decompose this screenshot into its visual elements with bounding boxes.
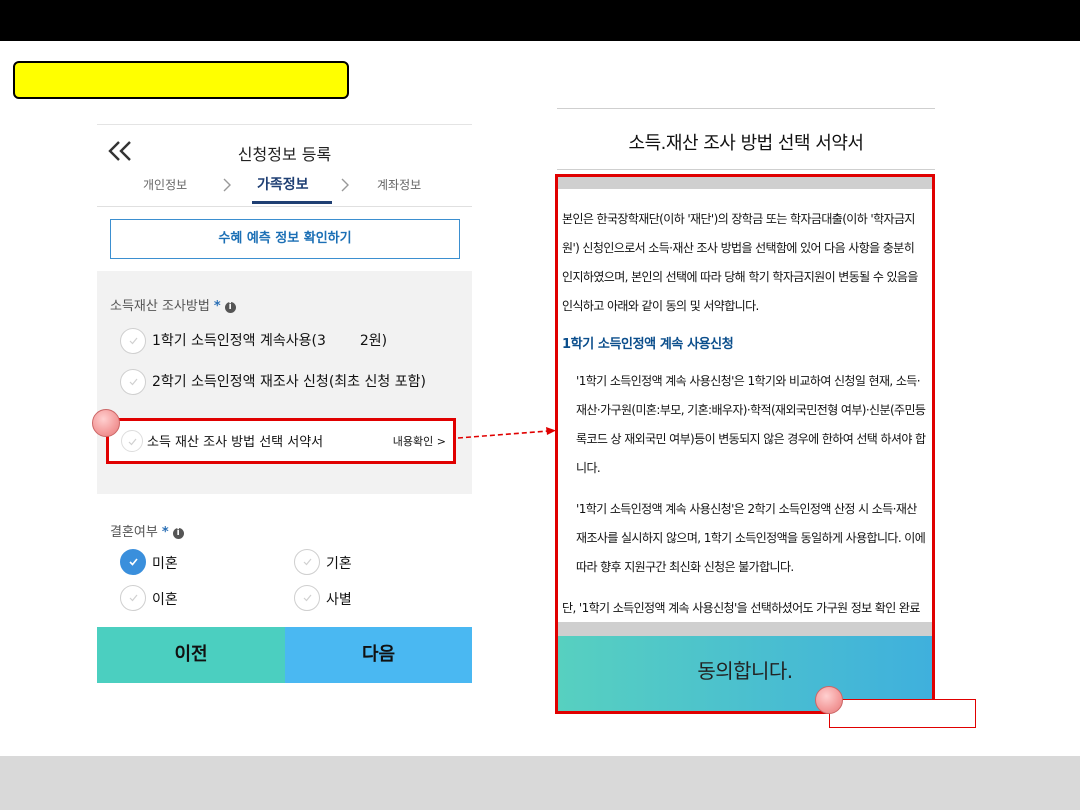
- document-paragraph-3: 단, '1학기 소득인정액 계속 사용신청'을 선택하셨어도 가구원 정보 확인…: [562, 601, 920, 615]
- yellow-label-box: [13, 61, 349, 99]
- header-divider: [97, 124, 472, 125]
- active-tab-indicator: [252, 201, 332, 204]
- step-tabs: 개인정보 가족정보 계좌정보: [97, 172, 472, 204]
- document-title-divider: [557, 169, 935, 170]
- check-icon: [303, 558, 312, 566]
- radio-reinvestigate-second-semester[interactable]: [120, 369, 146, 395]
- scroll-edge-top: [558, 177, 932, 189]
- bottom-band: [0, 756, 1080, 810]
- next-button[interactable]: 다음: [285, 627, 472, 683]
- info-icon[interactable]: i: [172, 528, 184, 539]
- tab-personal-info[interactable]: 개인정보: [143, 176, 187, 193]
- required-star: *: [161, 525, 169, 540]
- chevron-right-icon: [341, 178, 349, 192]
- tab-account-info[interactable]: 계좌정보: [377, 176, 421, 193]
- document-content[interactable]: 본인은 한국장학재단(이하 '재단')의 장학금 또는 학자금대출(이하 '학자…: [562, 205, 926, 623]
- radio-widowed[interactable]: [294, 585, 320, 611]
- info-icon[interactable]: i: [224, 302, 236, 313]
- dashed-arrow-icon: [457, 427, 556, 439]
- check-icon: [303, 594, 312, 602]
- tab-family-info[interactable]: 가족정보: [257, 174, 309, 194]
- option-keep-first-semester[interactable]: 1학기 소득인정액 계속사용(3 2원): [152, 330, 387, 350]
- radio-divorced[interactable]: [120, 585, 146, 611]
- document-top-divider: [557, 108, 935, 109]
- tabs-divider: [97, 206, 472, 207]
- top-title-bar: [0, 0, 1080, 41]
- document-title: 소득.재산 조사 방법 선택 서약서: [628, 133, 864, 154]
- radio-married[interactable]: [294, 549, 320, 575]
- scroll-edge-bottom: [558, 622, 932, 636]
- radio-keep-first-semester[interactable]: [120, 328, 146, 354]
- document-paragraph-1: '1학기 소득인정액 계속 사용신청'은 1학기와 비교하여 신청일 현재, 소…: [576, 374, 926, 475]
- callout-box: [829, 699, 976, 728]
- marital-status-label-text: 결혼여부: [110, 525, 158, 540]
- option-keep-first-semester-suffix: 2원): [359, 333, 388, 349]
- application-screen: 신청정보 등록 개인정보 가족정보 계좌정보 수혜 예측 정보 확인하기 소득재…: [97, 124, 472, 684]
- document-paragraph-2: '1학기 소득인정액 계속 사용신청'은 2학기 소득인정액 산정 시 소득·재…: [576, 502, 926, 574]
- marital-status-label: 결혼여부 * i: [110, 521, 184, 540]
- page-title: 신청정보 등록: [237, 145, 332, 164]
- highlight-box-agreement: [106, 418, 456, 464]
- benefit-preview-button[interactable]: 수혜 예측 정보 확인하기: [110, 219, 460, 259]
- option-single[interactable]: 미혼: [152, 553, 178, 573]
- income-method-label: 소득재산 조사방법 * i: [110, 295, 236, 314]
- radio-single[interactable]: [120, 549, 146, 575]
- touch-pointer-marker: [815, 686, 843, 714]
- option-reinvestigate-second-semester[interactable]: 2학기 소득인정액 재조사 신청(최초 신청 포함): [152, 371, 426, 391]
- touch-pointer-marker: [92, 409, 120, 437]
- check-icon: [129, 558, 138, 566]
- option-keep-first-semester-label: 1학기 소득인정액 계속사용(3: [152, 333, 326, 349]
- document-panel: 본인은 한국장학재단(이하 '재단')의 장학금 또는 학자금대출(이하 '학자…: [555, 174, 935, 714]
- option-widowed[interactable]: 사별: [326, 589, 352, 609]
- document-heading: 1학기 소득인정액 계속 사용신청: [562, 337, 734, 352]
- check-icon: [129, 594, 138, 602]
- check-icon: [129, 378, 138, 386]
- option-married[interactable]: 기혼: [326, 553, 352, 573]
- option-divorced[interactable]: 이혼: [152, 589, 178, 609]
- prev-button[interactable]: 이전: [97, 627, 285, 683]
- check-icon: [129, 337, 138, 345]
- chevron-right-icon: [223, 178, 231, 192]
- income-method-label-text: 소득재산 조사방법: [110, 299, 210, 314]
- required-star: *: [213, 299, 221, 314]
- document-intro: 본인은 한국장학재단(이하 '재단')의 장학금 또는 학자금대출(이하 '학자…: [562, 212, 918, 313]
